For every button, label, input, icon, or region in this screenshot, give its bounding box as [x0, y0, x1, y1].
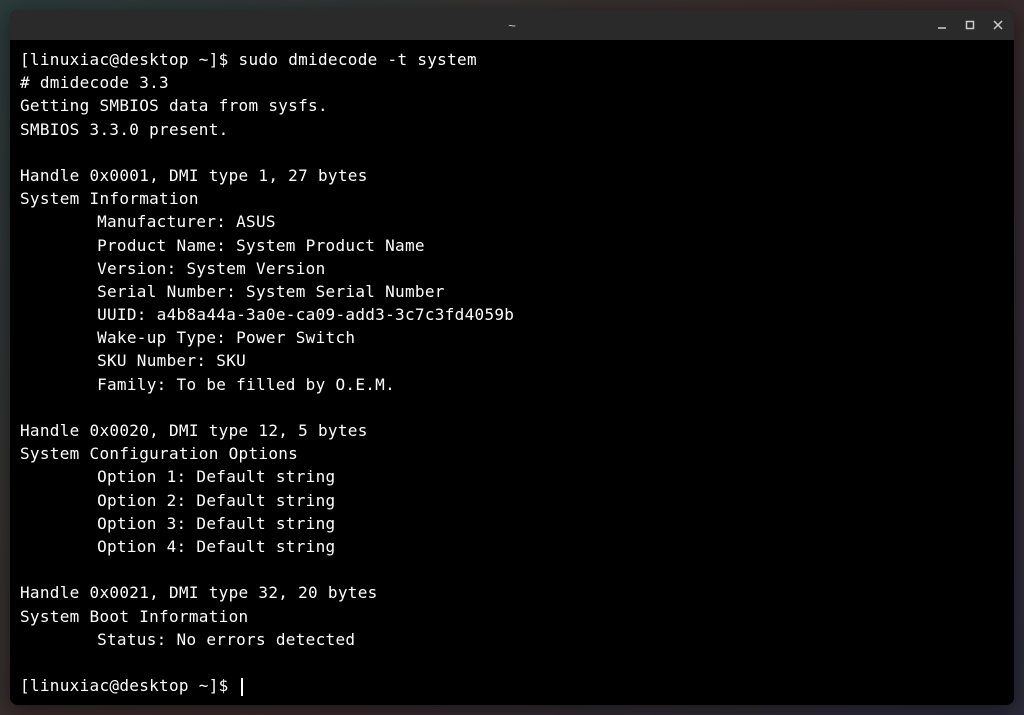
field-option2: Option 2: Default string	[20, 489, 335, 512]
maximize-button[interactable]	[960, 15, 980, 35]
field-uuid: UUID: a4b8a44a-3a0e-ca09-add3-3c7c3fd405…	[20, 303, 514, 326]
maximize-icon	[965, 20, 975, 30]
close-button[interactable]	[988, 15, 1008, 35]
handle-header: Handle 0x0020, DMI type 12, 5 bytes	[20, 421, 368, 440]
output-line: Getting SMBIOS data from sysfs.	[20, 96, 328, 115]
titlebar[interactable]: ~	[10, 10, 1014, 40]
window-title: ~	[508, 18, 516, 33]
prompt-1: [linuxiac@desktop ~]$	[20, 50, 239, 69]
prompt-2: [linuxiac@desktop ~]$	[20, 676, 239, 695]
field-wakeup: Wake-up Type: Power Switch	[20, 326, 355, 349]
field-status: Status: No errors detected	[20, 628, 355, 651]
field-sku: SKU Number: SKU	[20, 349, 246, 372]
terminal-body[interactable]: [linuxiac@desktop ~]$ sudo dmidecode -t …	[10, 40, 1014, 705]
field-manufacturer: Manufacturer: ASUS	[20, 210, 276, 233]
output-line: # dmidecode 3.3	[20, 73, 169, 92]
cursor	[241, 678, 243, 696]
window-controls	[932, 10, 1008, 40]
output-line: SMBIOS 3.3.0 present.	[20, 120, 229, 139]
minimize-button[interactable]	[932, 15, 952, 35]
field-option1: Option 1: Default string	[20, 465, 335, 488]
field-family: Family: To be filled by O.E.M.	[20, 373, 395, 396]
field-version: Version: System Version	[20, 257, 326, 280]
field-product-name: Product Name: System Product Name	[20, 234, 425, 257]
section-title: System Boot Information	[20, 607, 248, 626]
handle-header: Handle 0x0021, DMI type 32, 20 bytes	[20, 583, 378, 602]
minimize-icon	[937, 20, 947, 30]
close-icon	[993, 20, 1003, 30]
command-1: sudo dmidecode -t system	[239, 50, 477, 69]
field-option4: Option 4: Default string	[20, 535, 335, 558]
field-option3: Option 3: Default string	[20, 512, 335, 535]
section-title: System Information	[20, 189, 199, 208]
field-serial: Serial Number: System Serial Number	[20, 280, 445, 303]
section-title: System Configuration Options	[20, 444, 298, 463]
handle-header: Handle 0x0001, DMI type 1, 27 bytes	[20, 166, 368, 185]
terminal-window: ~ [linuxiac@desktop ~]$ sudo dmidecode -…	[10, 10, 1014, 705]
